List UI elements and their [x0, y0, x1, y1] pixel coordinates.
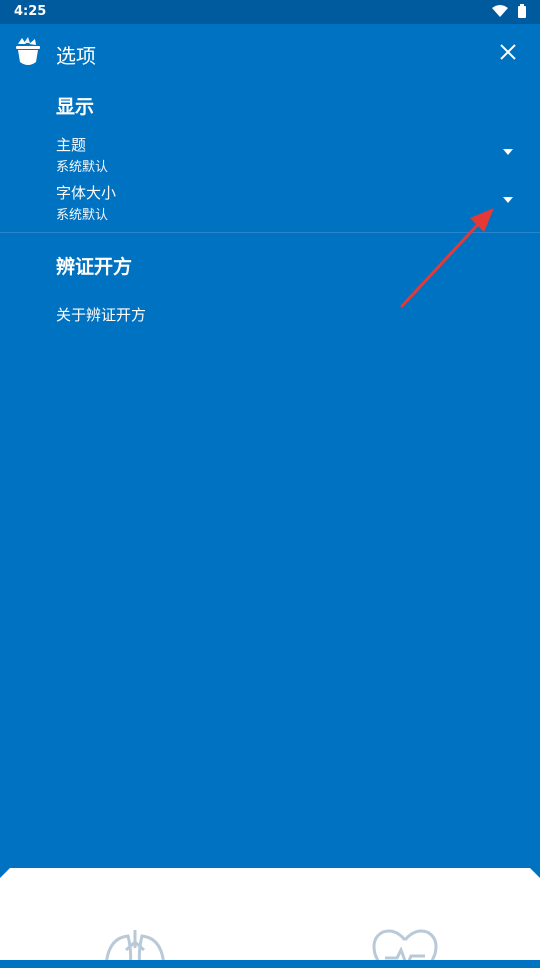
status-bar: 4:25: [0, 0, 540, 24]
wifi-icon: [492, 5, 508, 17]
about-section-title: 辨证开方: [56, 256, 133, 278]
theme-label: 主题: [56, 136, 87, 154]
font-size-value: 系统默认: [56, 208, 109, 223]
about-link[interactable]: 关于辨证开方: [56, 304, 146, 325]
font-size-setting[interactable]: 字体大小 系统默认: [0, 182, 540, 230]
status-time: 4:25: [14, 4, 47, 19]
font-size-label: 字体大小: [56, 184, 117, 202]
heartbeat-icon: [372, 929, 438, 960]
close-button[interactable]: [488, 32, 528, 72]
page-title: 选项: [56, 44, 96, 68]
chevron-down-icon: [503, 149, 513, 155]
theme-setting[interactable]: 主题 系统默认: [0, 134, 540, 182]
section-divider: [0, 232, 540, 233]
battery-icon: [518, 4, 526, 18]
close-icon: [500, 44, 516, 60]
chevron-down-icon: [503, 197, 513, 203]
status-icons: [492, 4, 526, 18]
theme-value: 系统默认: [56, 160, 109, 175]
lungs-icon: [104, 930, 166, 960]
options-header: 选项: [0, 24, 540, 80]
app-logo-icon: [16, 37, 40, 65]
display-section-title: 显示: [56, 96, 95, 118]
bottom-panel: [0, 868, 540, 960]
